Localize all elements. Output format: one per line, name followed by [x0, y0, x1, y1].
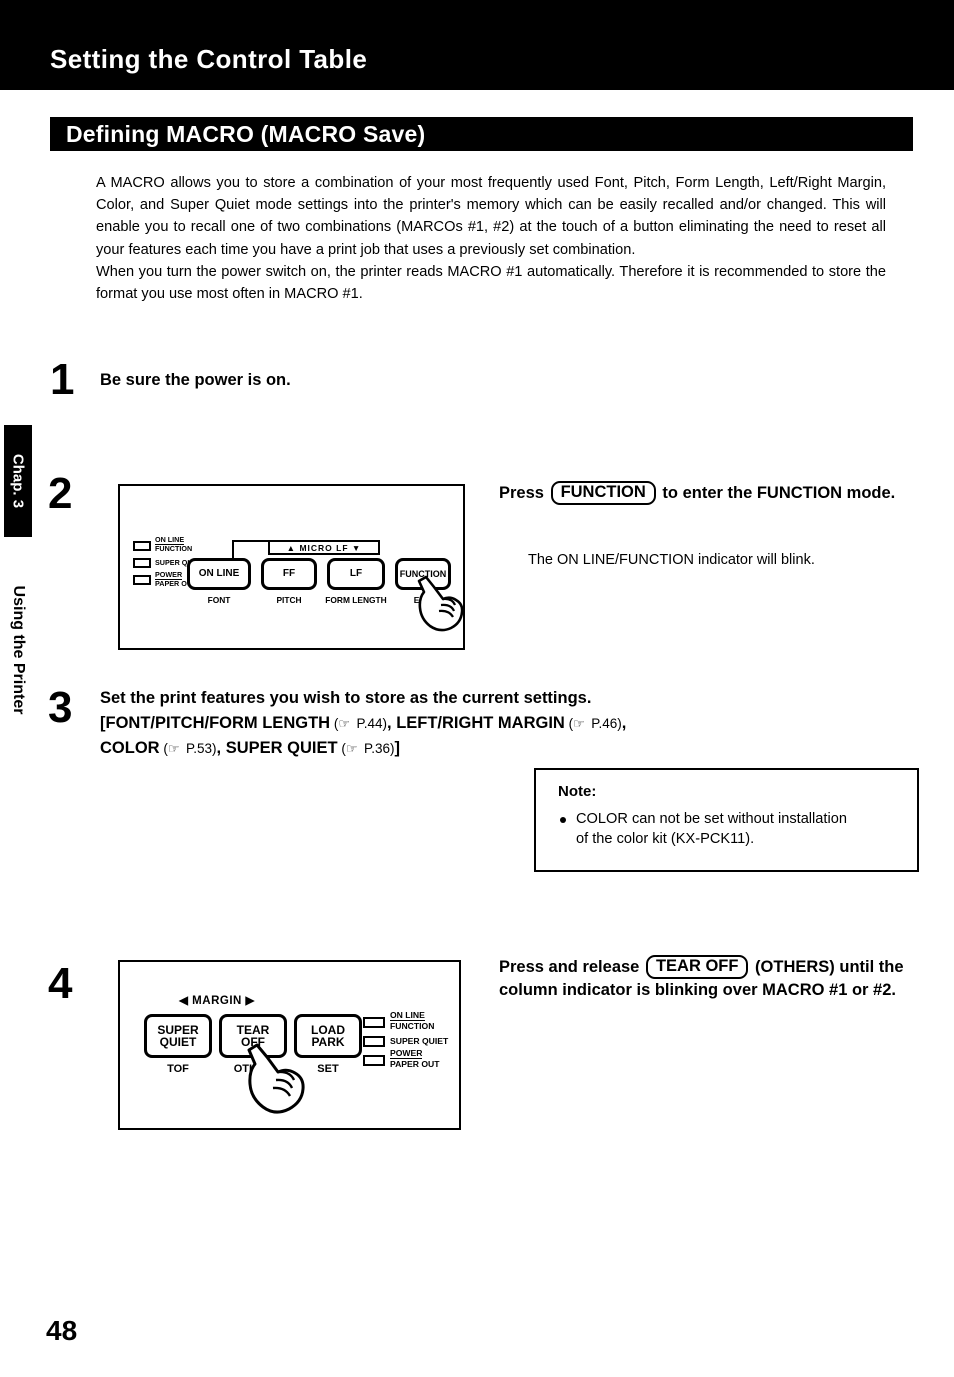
led-label-function-step4: FUNCTION [390, 1021, 435, 1031]
micro-lf-bracket-vertical [232, 540, 234, 560]
page-ref-4-value: P.36 [364, 741, 391, 756]
step-3-line-2b: LEFT/RIGHT MARGIN [396, 713, 565, 732]
step-3-line-3b: SUPER QUIET [225, 739, 338, 757]
step-4-instruction: Press and release TEAR OFF (OTHERS) unti… [499, 955, 931, 1002]
led-label-power-step4: POWER [390, 1048, 423, 1059]
note-body: COLOR can not be set without installatio… [576, 809, 906, 849]
page-ref-4: (☞ P.36) [337, 741, 395, 756]
step-1-title: Be sure the power is on. [100, 371, 291, 389]
printer-panel-illustration-step2: ON LINE FUNCTION SUPER QUIET POWER PAPER… [118, 484, 465, 650]
page-ref-1: (☞ P.44) [330, 715, 388, 731]
step-3-line-2a: [FONT/PITCH/FORM LENGTH [100, 713, 331, 732]
micro-lf-label: ▲ MICRO LF ▼ [268, 540, 380, 555]
step-3-line-1: Set the print features you wish to store… [100, 689, 592, 707]
step-4-instruction-pre: Press and release [499, 958, 640, 976]
page-ref-hand-icon-3: ☞ [167, 741, 180, 756]
note-body-line-1: COLOR can not be set without installatio… [576, 811, 847, 827]
page-ref-2-value: P.46 [591, 715, 618, 731]
page-ref-2: (☞ P.46) [564, 715, 622, 731]
led-label-super-quiet-step4: SUPER QUIET [390, 1036, 449, 1046]
key-sublabel-tof: TOF [167, 1063, 189, 1075]
led-super-quiet [133, 558, 151, 568]
key-sublabel-form-length: FORM LENGTH [325, 595, 387, 605]
led-label-function: FUNCTION [155, 544, 193, 553]
chapter-tab: Chap. 3 [4, 425, 32, 537]
margin-label: ◀ MARGIN ▶ [179, 995, 255, 1007]
page-ref-hand-icon-4: ☞ [345, 741, 358, 756]
printer-panel-illustration-step4: ◀ MARGIN ▶ SUPER QUIET TEAR OFF LOAD PAR… [118, 960, 461, 1130]
note-heading: Note: [558, 783, 597, 800]
chapter-tab-label: Chap. 3 [9, 453, 27, 509]
intro-paragraph-2: When you turn the power switch on, the p… [96, 263, 886, 303]
step-2-instruction-pre: Press [499, 484, 544, 502]
running-title: Setting the Control Table [50, 44, 368, 74]
page-ref-hand-icon-2: ☞ [573, 715, 585, 731]
pointing-hand-icon-step4 [238, 1040, 318, 1123]
page-number: 48 [46, 1315, 78, 1346]
key-super-quiet-line2: QUIET [159, 1035, 197, 1049]
page-ref-3: (☞ P.53) [159, 741, 217, 756]
step-3-instruction: Set the print features you wish to store… [100, 689, 627, 757]
pointing-hand-icon [410, 572, 474, 639]
page-ref-hand-icon-1: ☞ [338, 715, 350, 731]
page-ref-1-value: P.44 [356, 715, 383, 731]
key-super-quiet[interactable]: SUPER QUIET [144, 1014, 212, 1058]
step-3-line-3a: COLOR [100, 739, 160, 757]
intro-paragraph-1: A MACRO allows you to store a combinatio… [96, 175, 886, 258]
page-ref-3-value: P.53 [186, 741, 213, 756]
step-1-number: 1 [50, 355, 75, 404]
led-online-function [133, 541, 151, 551]
note-body-line-2: of the color kit (KX-PCK11). [576, 831, 755, 847]
key-sublabel-pitch: PITCH [276, 595, 302, 605]
intro-text: A MACRO allows you to store a combinatio… [96, 172, 886, 305]
step-2-subnote: The ON LINE/FUNCTION indicator will blin… [528, 552, 815, 568]
step-3-number: 3 [48, 683, 73, 732]
key-ff[interactable]: FF [261, 558, 317, 590]
led-label-paper-out-step4: PAPER OUT [390, 1059, 440, 1069]
chapter-name-tab: Using the Printer [4, 545, 32, 755]
section-title: Defining MACRO (MACRO Save) [66, 121, 426, 147]
led-power-paper-out-step4 [363, 1055, 385, 1066]
function-keycap[interactable]: FUNCTION [550, 481, 656, 505]
step-4-number: 4 [48, 959, 73, 1008]
step-2-instruction: Press FUNCTION to enter the FUNCTION mod… [499, 481, 924, 505]
led-online-function-step4 [363, 1017, 385, 1028]
step-2-number: 2 [48, 469, 73, 518]
led-super-quiet-step4 [363, 1036, 385, 1047]
key-lf[interactable]: LF [327, 558, 385, 590]
step-2-instruction-post: to enter the FUNCTION mode. [662, 484, 896, 502]
led-label-online-step4: ON LINE [390, 1010, 425, 1021]
tear-off-keycap[interactable]: TEAR OFF [645, 955, 749, 979]
micro-lf-bracket-horizontal [232, 540, 268, 542]
key-online[interactable]: ON LINE [187, 558, 251, 590]
led-power-paper-out [133, 575, 151, 585]
key-sublabel-font: FONT [207, 595, 231, 605]
note-bullet-dot [560, 817, 566, 823]
chapter-name-label: Using the Printer [10, 585, 27, 715]
